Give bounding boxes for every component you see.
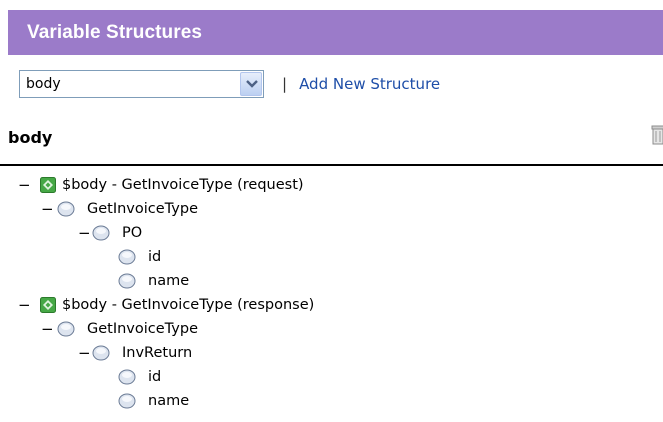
collapse-icon[interactable]: − bbox=[78, 224, 91, 242]
collapse-icon[interactable]: − bbox=[78, 344, 91, 362]
element-icon bbox=[118, 393, 136, 409]
tree-node-label: name bbox=[148, 393, 190, 409]
tree-node-label: InvReturn bbox=[122, 345, 193, 361]
collapse-icon[interactable]: − bbox=[18, 176, 31, 194]
tree-node-label: GetInvoiceType bbox=[87, 201, 198, 217]
element-icon bbox=[118, 273, 136, 289]
tree-node-label: $body - GetInvoiceType (request) bbox=[62, 177, 304, 193]
tree-node-request-id[interactable]: id bbox=[118, 246, 161, 268]
tree-node-label: PO bbox=[122, 225, 143, 241]
section-divider bbox=[0, 164, 663, 166]
collapse-icon[interactable]: − bbox=[41, 320, 54, 338]
element-icon bbox=[92, 345, 110, 361]
collapse-icon[interactable]: − bbox=[41, 200, 54, 218]
tree-node-label: id bbox=[148, 369, 162, 385]
tree-node-request-type[interactable]: − GetInvoiceType bbox=[41, 198, 198, 220]
tree-node-request-po[interactable]: − PO bbox=[78, 222, 142, 244]
element-icon bbox=[92, 225, 110, 241]
structure-icon bbox=[40, 177, 56, 193]
toolbar: body | Add New Structure bbox=[19, 69, 440, 99]
tree-node-response-root[interactable]: − $body - GetInvoiceType (response) bbox=[18, 294, 314, 316]
chevron-down-icon bbox=[246, 80, 258, 88]
tree-node-request-name[interactable]: name bbox=[118, 270, 189, 292]
collapse-icon[interactable]: − bbox=[18, 296, 31, 314]
element-icon bbox=[57, 201, 75, 217]
dropdown-arrow-button[interactable] bbox=[240, 72, 262, 96]
panel-header: Variable Structures bbox=[8, 10, 663, 55]
tree-node-response-type[interactable]: − GetInvoiceType bbox=[41, 318, 198, 340]
element-icon bbox=[118, 249, 136, 265]
tree-node-label: GetInvoiceType bbox=[87, 321, 198, 337]
tree-node-response-id[interactable]: id bbox=[118, 366, 161, 388]
tree-node-response-name[interactable]: name bbox=[118, 390, 189, 412]
tree-node-request-root[interactable]: − $body - GetInvoiceType (request) bbox=[18, 174, 304, 196]
element-icon bbox=[57, 321, 75, 337]
tree-node-label: $body - GetInvoiceType (response) bbox=[62, 297, 315, 313]
tree-node-label: id bbox=[148, 249, 162, 265]
tree-node-label: name bbox=[148, 273, 190, 289]
element-icon bbox=[118, 369, 136, 385]
structure-select-value: body bbox=[26, 76, 61, 92]
trash-icon[interactable] bbox=[651, 124, 663, 146]
add-new-structure-link[interactable]: Add New Structure bbox=[299, 75, 440, 93]
structure-select[interactable]: body bbox=[19, 70, 264, 98]
panel-title: Variable Structures bbox=[27, 21, 203, 43]
section-title: body bbox=[8, 128, 53, 147]
structure-icon bbox=[40, 297, 56, 313]
tree-node-response-invreturn[interactable]: − InvReturn bbox=[78, 342, 192, 364]
toolbar-separator: | bbox=[282, 75, 288, 93]
